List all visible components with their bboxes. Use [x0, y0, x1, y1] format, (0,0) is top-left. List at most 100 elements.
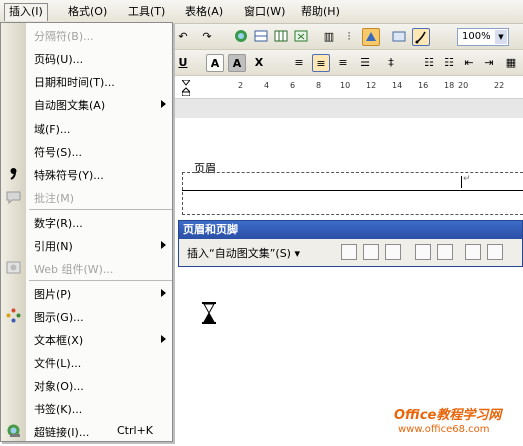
justify-icon[interactable]: ☰	[356, 54, 374, 72]
ruler-number: 8	[316, 81, 322, 90]
align-left-icon[interactable]: ≡	[290, 54, 308, 72]
menu-item-web-component[interactable]: Web 组件(W)...	[1, 256, 172, 279]
paragraph-mark: ↵	[463, 174, 471, 184]
hyperlink-icon[interactable]	[232, 28, 250, 46]
menu-item-label: 页码(U)...	[34, 53, 84, 66]
submenu-arrow-icon	[161, 335, 166, 343]
menu-item-text-box[interactable]: 文本框(X)	[1, 327, 172, 350]
bullets-icon[interactable]: ☷	[440, 54, 458, 72]
char-border-button[interactable]: A	[206, 54, 224, 72]
menu-item-special-symbol[interactable]: 特殊符号(Y)...	[1, 162, 172, 185]
menu-item-break[interactable]: 分隔符(B)...	[1, 23, 172, 46]
menu-item-page-numbers[interactable]: 页码(U)...	[1, 46, 172, 69]
menu-item-label: 数字(R)...	[34, 217, 83, 230]
align-right-icon[interactable]: ≡	[334, 54, 352, 72]
hourglass-icon	[202, 302, 216, 324]
text-cursor	[461, 176, 462, 188]
format-page-number-icon[interactable]	[385, 244, 401, 260]
insert-time-icon[interactable]	[437, 244, 453, 260]
menu-item-label: 对象(O)...	[34, 380, 84, 393]
undo-icon[interactable]: ↶	[174, 28, 192, 46]
menu-item-object[interactable]: 对象(O)...	[1, 373, 172, 396]
ruler-number: 18	[444, 81, 455, 90]
insert-page-count-icon[interactable]	[363, 244, 379, 260]
borders-icon[interactable]: ▦	[502, 54, 520, 72]
menu-item-comment[interactable]: 批注(M)	[1, 185, 172, 208]
menu-item-diagram[interactable]: 图示(G)...	[1, 304, 172, 327]
standard-toolbar: ↶ ↷ ▥ ⫶ 100% ▼	[172, 24, 523, 50]
page-setup-icon[interactable]	[465, 244, 481, 260]
insert-menu: 分隔符(B)... 页码(U)... 日期和时间(T)... 自动图文集(A) …	[0, 22, 173, 442]
indent-marker-icon[interactable]	[182, 80, 190, 96]
formatting-toolbar: U A A X ≡ ≡ ≡ ☰ ‡ ☷ ☷ ⇤ ⇥ ▦	[172, 50, 523, 76]
horizontal-ruler[interactable]: 2 4 6 8 10 12 14 16 18 20 22	[172, 77, 523, 99]
line-spacing-icon[interactable]: ‡	[382, 54, 400, 72]
show-hide-formatting-icon[interactable]	[412, 28, 430, 46]
read-icon[interactable]	[390, 28, 408, 46]
menu-item-label: 日期和时间(T)...	[34, 76, 115, 89]
submenu-arrow-icon	[161, 289, 166, 297]
menu-item-field[interactable]: 域(F)...	[1, 116, 172, 139]
menu-item-hyperlink[interactable]: 超链接(I)... Ctrl+K	[1, 419, 172, 442]
header-footer-title[interactable]: 页眉和页脚	[179, 221, 522, 239]
insert-table-icon[interactable]	[272, 28, 290, 46]
tables-borders-icon[interactable]	[252, 28, 270, 46]
ruler-number: 4	[264, 81, 270, 90]
menu-item-date-time[interactable]: 日期和时间(T)...	[1, 69, 172, 92]
show-hide-text-icon[interactable]	[487, 244, 503, 260]
menu-tools[interactable]: 工具(T)	[124, 3, 169, 21]
char-scale-button[interactable]: X	[250, 54, 268, 72]
menu-item-bookmark[interactable]: 书签(K)...	[1, 396, 172, 419]
menu-item-label: 超链接(I)...	[34, 426, 90, 439]
chevron-down-icon[interactable]: ▼	[495, 30, 507, 44]
document-map-icon[interactable]	[362, 28, 380, 46]
redo-icon[interactable]: ↷	[198, 28, 216, 46]
menu-item-label: 文件(L)...	[34, 357, 82, 370]
document-page[interactable]: 页眉 ↵	[172, 118, 523, 446]
insert-page-number-icon[interactable]	[341, 244, 357, 260]
drawing-icon[interactable]: ⫶	[340, 28, 358, 46]
zoom-select[interactable]: 100% ▼	[457, 28, 509, 46]
header-underline	[182, 190, 523, 191]
numbering-icon[interactable]: ☷	[420, 54, 438, 72]
ruler-number: 16	[418, 81, 429, 90]
underline-button[interactable]: U	[174, 54, 192, 72]
insert-excel-icon[interactable]	[292, 28, 310, 46]
zoom-value: 100%	[462, 31, 491, 42]
insert-autotext-button[interactable]: 插入“自动图文集”(S) ▾	[187, 245, 300, 261]
menu-item-label: 域(F)...	[34, 123, 71, 136]
ruler-number: 10	[340, 81, 351, 90]
menu-help[interactable]: 帮助(H)	[297, 3, 344, 21]
increase-indent-icon[interactable]: ⇥	[480, 54, 498, 72]
menu-item-autotext[interactable]: 自动图文集(A)	[1, 92, 172, 115]
align-center-icon[interactable]: ≡	[312, 54, 330, 72]
header-area[interactable]	[182, 172, 523, 215]
decrease-indent-icon[interactable]: ⇤	[460, 54, 478, 72]
menu-item-shortcut: Ctrl+K	[117, 424, 154, 437]
insert-date-icon[interactable]	[415, 244, 431, 260]
comma-symbol-icon	[10, 168, 17, 180]
watermark-url: www.office68.com	[398, 424, 490, 435]
ruler-number: 12	[366, 81, 377, 90]
menu-item-number[interactable]: 数字(R)...	[1, 210, 172, 233]
columns-icon[interactable]: ▥	[320, 28, 338, 46]
watermark-title: Office教程学习网	[394, 408, 502, 423]
menu-item-label: 自动图文集(A)	[34, 99, 106, 112]
menu-item-file[interactable]: 文件(L)...	[1, 350, 172, 373]
menu-insert[interactable]: 插入(I)	[4, 3, 48, 21]
menu-item-label: 图示(G)...	[34, 311, 84, 324]
header-footer-toolbar: 页眉和页脚 插入“自动图文集”(S) ▾	[178, 220, 523, 267]
ruler-number: 14	[392, 81, 403, 90]
menu-item-label: 分隔符(B)...	[34, 30, 94, 43]
ruler-number: 6	[290, 81, 296, 90]
menu-item-symbol[interactable]: 符号(S)...	[1, 139, 172, 162]
comment-icon	[6, 191, 21, 204]
menu-item-reference[interactable]: 引用(N)	[1, 233, 172, 256]
menu-window[interactable]: 窗口(W)	[240, 3, 289, 21]
menu-item-picture[interactable]: 图片(P)	[1, 281, 172, 304]
menu-item-label: Web 组件(W)...	[34, 263, 114, 276]
menu-table[interactable]: 表格(A)	[181, 3, 227, 21]
menu-item-label: 批注(M)	[34, 192, 75, 205]
menu-format[interactable]: 格式(O)	[64, 3, 111, 21]
char-shading-button[interactable]: A	[228, 54, 246, 72]
